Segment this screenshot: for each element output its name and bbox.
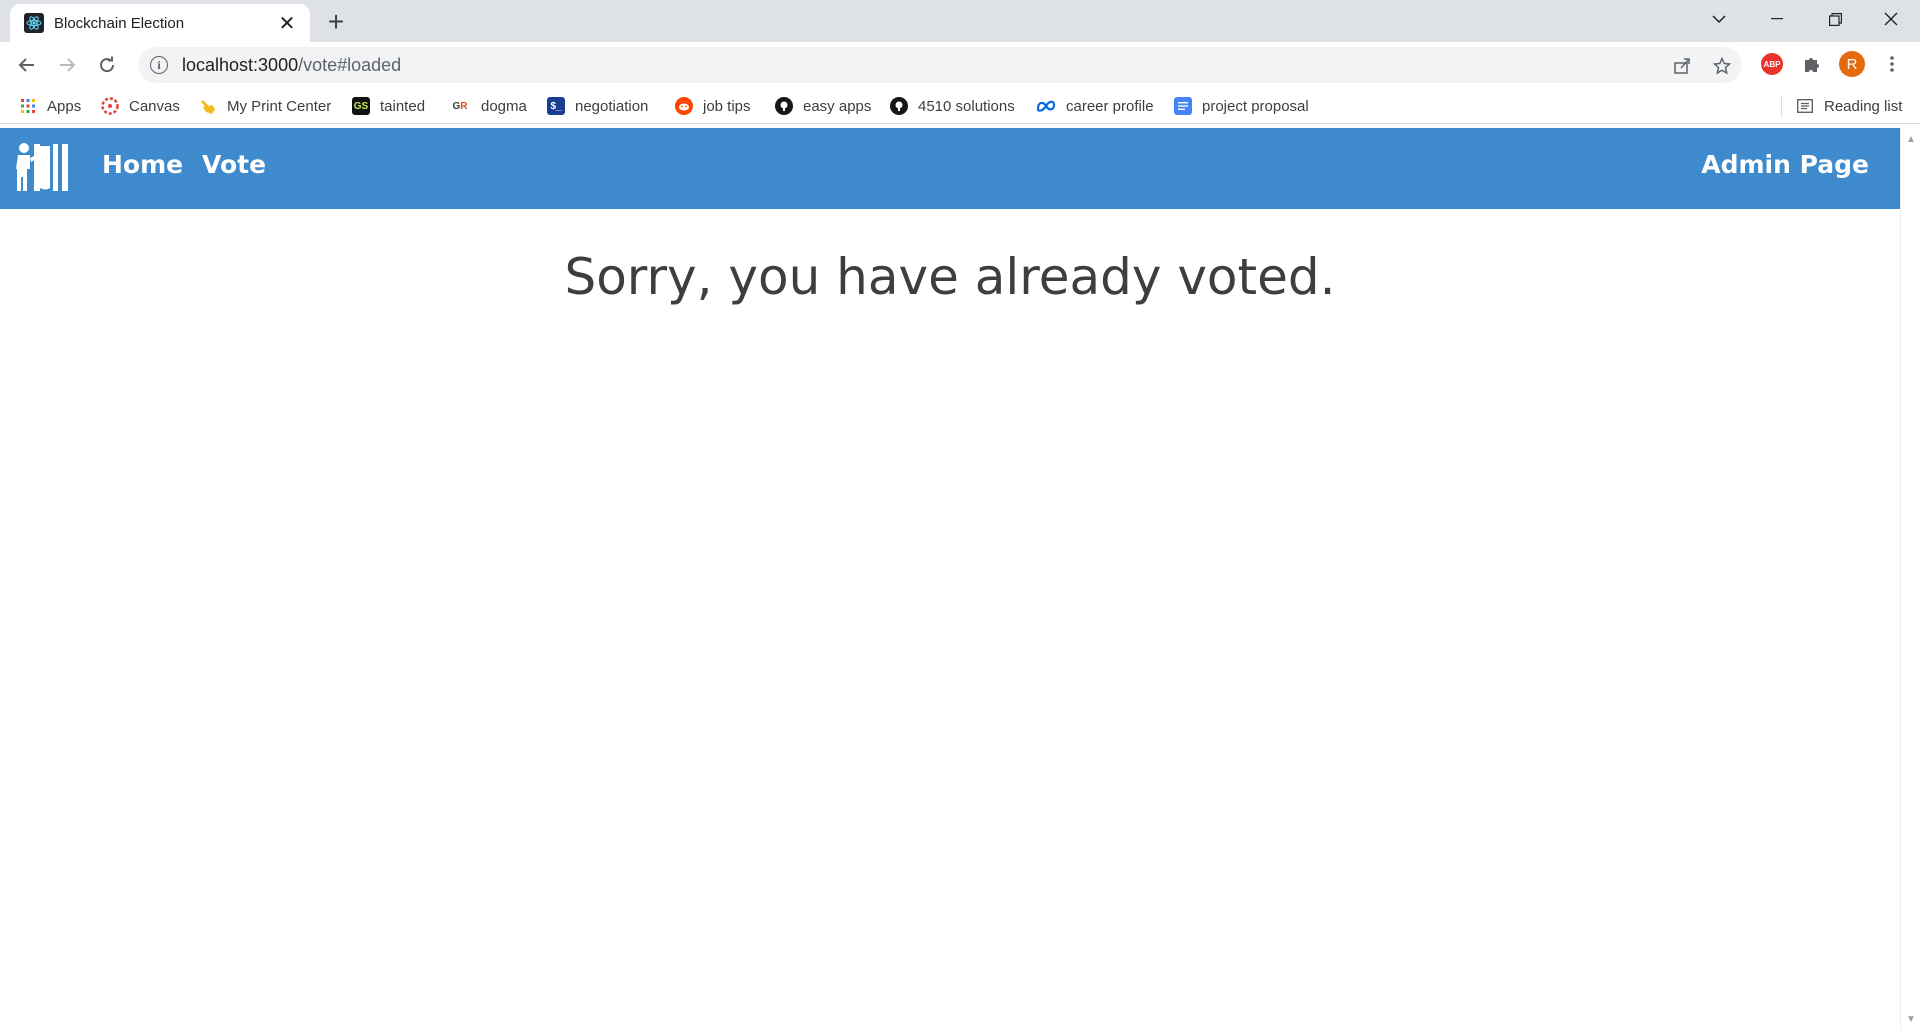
goodreads-icon: GR: [452, 100, 468, 112]
page-scrollbar[interactable]: ▲ ▼: [1900, 128, 1920, 1030]
reddit-icon: [675, 97, 693, 115]
meta-icon: [1036, 97, 1056, 115]
minimize-icon[interactable]: [1748, 0, 1806, 38]
url-path: /vote#loaded: [298, 54, 402, 75]
docs-icon: [1174, 97, 1192, 115]
url-host: localhost:3000: [182, 54, 299, 75]
bookmarks-bar: Apps Canvas My Print Center GS tainted G…: [0, 88, 1920, 124]
terminal-icon: $_: [547, 97, 565, 115]
nav-home-link[interactable]: Home: [102, 150, 183, 179]
bookmark-4510-solutions[interactable]: 4510 solutions: [890, 94, 1015, 118]
tab-search-icon[interactable]: [1690, 0, 1748, 38]
restore-icon[interactable]: [1806, 0, 1864, 38]
nav-vote-link[interactable]: Vote: [202, 150, 266, 179]
bookmark-project-proposal[interactable]: project proposal: [1174, 94, 1309, 118]
app-navbar: Home Vote Admin Page: [0, 128, 1900, 209]
bookmark-apps[interactable]: Apps: [19, 94, 81, 118]
bookmark-label: easy apps: [803, 97, 872, 115]
bookmark-tainted[interactable]: GS tainted: [352, 94, 425, 118]
github-icon: [775, 97, 793, 115]
browser-toolbar: i localhost:3000/vote#loaded ABP R: [0, 42, 1920, 88]
bookmark-label: dogma: [481, 97, 527, 115]
gs-icon: GS: [352, 97, 370, 115]
hand-pointer-icon: [199, 97, 217, 115]
react-icon: [24, 13, 44, 33]
bookmark-easy-apps[interactable]: easy apps: [775, 94, 871, 118]
canvas-icon: [101, 97, 119, 115]
new-tab-icon[interactable]: +: [322, 8, 350, 36]
abp-badge: ABP: [1761, 53, 1783, 75]
site-info-icon[interactable]: i: [150, 56, 168, 74]
menu-kebab-icon[interactable]: [1878, 50, 1906, 78]
close-window-icon[interactable]: [1862, 0, 1920, 38]
bookmark-label: tainted: [380, 97, 426, 115]
bookmark-canvas[interactable]: Canvas: [101, 94, 180, 118]
bookmark-label: 4510 solutions: [918, 97, 1015, 115]
bookmark-label: My Print Center: [227, 97, 332, 115]
share-icon[interactable]: [1672, 56, 1692, 76]
page-viewport: Home Vote Admin Page Sorry, you have alr…: [0, 128, 1900, 1030]
address-bar[interactable]: i localhost:3000/vote#loaded: [138, 47, 1742, 83]
bookmark-star-icon[interactable]: [1712, 56, 1732, 76]
browser-tab[interactable]: Blockchain Election ✕: [10, 4, 310, 42]
bookmark-dogma[interactable]: GR dogma: [449, 94, 527, 118]
adblock-extension-icon[interactable]: ABP: [1758, 50, 1786, 78]
github-icon: [890, 97, 908, 115]
reading-list-icon: [1796, 97, 1814, 115]
bookmark-label: project proposal: [1202, 97, 1309, 115]
extensions-puzzle-icon[interactable]: [1798, 50, 1826, 78]
bookmark-negotiation[interactable]: $_ negotiation: [547, 94, 648, 118]
forward-icon[interactable]: [52, 50, 82, 80]
bookmark-job-tips[interactable]: job tips: [675, 94, 751, 118]
bookmark-label: career profile: [1066, 97, 1154, 115]
reload-icon[interactable]: [92, 50, 122, 80]
reading-list-label: Reading list: [1824, 97, 1903, 115]
already-voted-message: Sorry, you have already voted.: [564, 248, 1336, 306]
bookmark-label: Canvas: [129, 97, 180, 115]
bookmarks-divider: [1781, 95, 1782, 117]
profile-initial: R: [1839, 51, 1865, 77]
bookmark-label: negotiation: [575, 97, 649, 115]
scroll-down-arrow-icon[interactable]: ▼: [1905, 1013, 1917, 1025]
bookmark-career-profile[interactable]: career profile: [1036, 94, 1154, 118]
scroll-up-arrow-icon[interactable]: ▲: [1905, 133, 1917, 145]
bookmark-label: job tips: [703, 97, 751, 115]
tab-strip: Blockchain Election ✕ +: [0, 0, 1920, 42]
nav-admin-link[interactable]: Admin Page: [1701, 150, 1869, 179]
back-icon[interactable]: [12, 50, 42, 80]
bookmark-my-print-center[interactable]: My Print Center: [199, 94, 331, 118]
url-text[interactable]: localhost:3000/vote#loaded: [182, 55, 401, 76]
apps-grid-icon: [19, 97, 37, 115]
profile-avatar[interactable]: R: [1838, 50, 1866, 78]
tab-title: Blockchain Election: [54, 14, 185, 32]
close-tab-icon[interactable]: ✕: [276, 12, 298, 35]
voting-booth-logo-icon[interactable]: [14, 142, 72, 194]
reading-list-button[interactable]: Reading list: [1796, 94, 1902, 118]
bookmark-label: Apps: [47, 97, 82, 115]
